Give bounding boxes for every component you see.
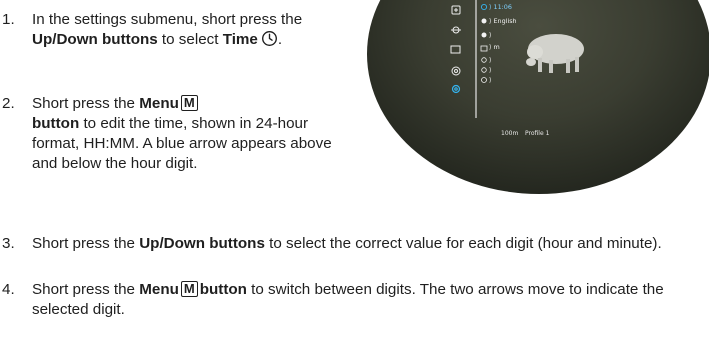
step-text: Short press the Menu Mbutton to edit the …: [32, 95, 332, 172]
menu-button-label: Menu: [139, 281, 179, 298]
step-2: 2. Short press the Menu Mbutton to edit t…: [2, 94, 342, 174]
clock-icon: [261, 31, 277, 46]
up-down-buttons-label: Up/Down buttons: [139, 235, 265, 252]
step-number: 2.: [2, 95, 15, 112]
step-text: In the settings submenu, short press the…: [32, 11, 303, 48]
menu-item-reset: ⟩: [489, 66, 492, 74]
step-text: Short press the Up/Down buttons to selec…: [32, 235, 662, 252]
menu-item-time: ⟩ 11:06: [489, 3, 512, 11]
menu-item-wifi: ⟩: [489, 56, 492, 64]
step-number: 1.: [2, 11, 15, 28]
menu-key-icon: M: [180, 281, 198, 297]
step-4: 4. Short press the Menu Mbutton to switch…: [2, 280, 702, 320]
status-distance: 100m: [501, 130, 519, 137]
menu-button-label: Menu: [139, 95, 179, 112]
step-number: 3.: [2, 235, 15, 252]
menu-item-palette: ⟩: [489, 31, 492, 39]
step-text: Short press the Menu Mbutton to switch be…: [32, 281, 664, 318]
step-number: 4.: [2, 281, 15, 298]
scope-view: [363, 0, 709, 194]
up-down-buttons-label: Up/Down buttons: [32, 31, 158, 48]
menu-item-language: ⟩ English: [489, 17, 517, 25]
step-1: 1. In the settings submenu, short press …: [2, 10, 352, 50]
step-3: 3. Short press the Up/Down buttons to se…: [2, 234, 702, 254]
button-label: button: [199, 281, 247, 298]
menu-item-units: ⟩ m: [489, 43, 500, 51]
status-profile: Profile 1: [525, 130, 550, 137]
menu-key-icon: M: [180, 95, 198, 111]
menu-item-info: ⟩: [489, 76, 492, 84]
button-label: button: [32, 115, 80, 132]
time-label: Time: [222, 31, 258, 48]
device-screen: ⟩ 11:06 ⟩ English ⟩ ⟩ m ⟩ ⟩ ⟩ 100m Profi…: [363, 0, 709, 194]
